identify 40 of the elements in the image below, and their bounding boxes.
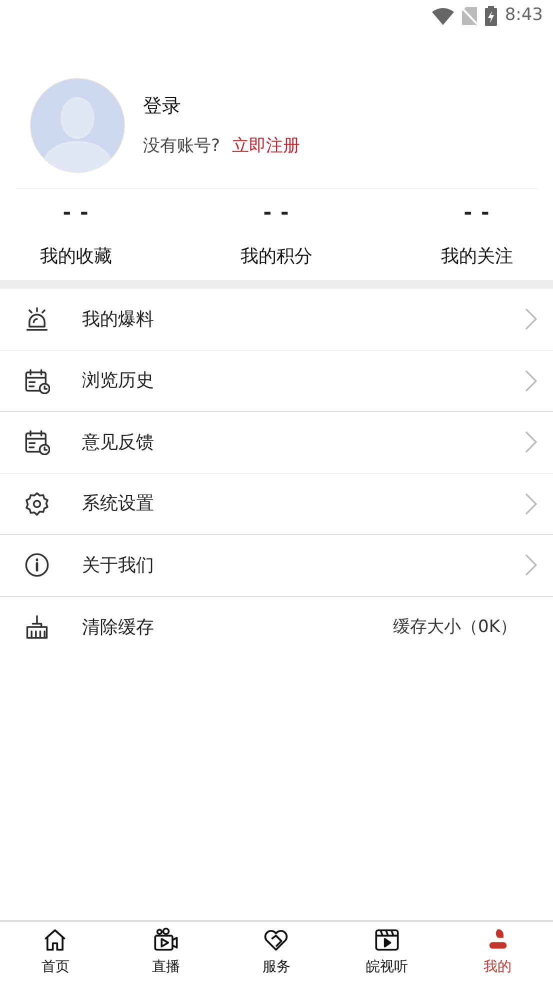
stat-value: - - — [62, 199, 90, 226]
chevron-right-icon — [525, 492, 537, 515]
calendar-clock-icon — [24, 368, 50, 394]
no-account-text: 没有账号? — [143, 135, 220, 158]
tab[interactable]: 直播 — [110, 922, 222, 983]
info-icon — [24, 552, 50, 578]
no-sim-icon — [462, 7, 477, 25]
stat-label[interactable]: 我的积分 — [240, 243, 312, 270]
stat-label[interactable]: 我的收藏 — [40, 243, 112, 270]
register-link[interactable]: 立即注册 — [232, 134, 300, 160]
calendar-clock-icon — [24, 429, 50, 456]
battery-icon — [484, 6, 497, 26]
menu-item[interactable]: 系统设置 — [0, 474, 553, 535]
settings-icon — [24, 490, 50, 517]
tab[interactable]: 服务 — [221, 922, 332, 983]
stat-label[interactable]: 我的关注 — [441, 243, 513, 270]
menu-item[interactable]: 关于我们 — [0, 535, 553, 596]
video-camera-icon — [152, 927, 179, 953]
tab[interactable]: 我的 — [442, 922, 553, 983]
home-icon — [42, 927, 68, 953]
heart-handshake-icon — [263, 927, 290, 953]
avatar[interactable] — [30, 78, 125, 173]
wifi-icon — [432, 7, 454, 25]
tab[interactable]: 首页 — [0, 922, 111, 983]
menu-item[interactable]: 浏览历史 — [0, 350, 553, 412]
stat-value: - - — [464, 199, 490, 226]
alarm-light-icon — [24, 306, 50, 332]
status-time: 8:43 — [504, 4, 543, 28]
film-play-icon — [374, 927, 400, 953]
chevron-right-icon — [525, 554, 537, 576]
chevron-right-icon — [525, 431, 537, 454]
chevron-right-icon — [525, 370, 537, 392]
login-link[interactable]: 登录 — [143, 92, 300, 120]
stat-value: - - — [263, 199, 290, 226]
menu-item[interactable]: 我的爆料 — [0, 289, 553, 350]
chevron-right-icon — [525, 308, 537, 330]
broom-icon — [24, 614, 50, 640]
menu-item[interactable]: 意见反馈 — [0, 412, 553, 474]
menu-item[interactable]: 清除缓存 缓存大小（0K） — [0, 596, 553, 658]
tab[interactable]: 皖视听 — [332, 922, 442, 983]
